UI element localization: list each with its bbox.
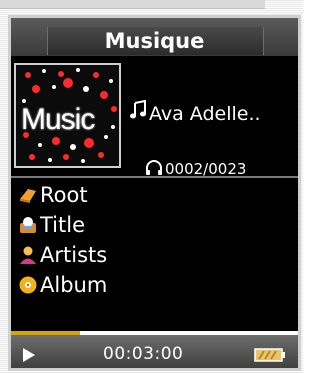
menu-item-label: Title xyxy=(40,213,86,237)
artist-icon xyxy=(18,243,38,264)
window-tab-strip xyxy=(0,0,265,9)
library-menu: Root Title Artists Album xyxy=(14,180,298,300)
album-disc-icon xyxy=(18,273,38,294)
menu-item-artists[interactable]: Artists xyxy=(14,240,298,270)
title-icon xyxy=(18,213,38,233)
music-note-icon xyxy=(129,100,149,126)
album-art: Music xyxy=(14,63,121,168)
screen-title: Musique xyxy=(104,29,205,53)
menu-item-album[interactable]: Album xyxy=(14,270,298,300)
menu-item-title[interactable]: Title xyxy=(14,210,298,240)
menu-item-root[interactable]: Root xyxy=(14,180,298,210)
battery-icon xyxy=(254,347,286,366)
album-art-label: Music xyxy=(21,103,95,136)
play-icon[interactable] xyxy=(23,347,35,366)
menu-item-label: Artists xyxy=(40,243,108,267)
status-bar: 00:03:00 xyxy=(11,335,298,368)
artist-name: Ava Adelle.. xyxy=(149,103,261,125)
divider xyxy=(11,176,298,178)
now-playing-artist: Ava Adelle.. xyxy=(129,100,298,128)
menu-item-label: Root xyxy=(40,183,88,207)
folder-icon xyxy=(18,183,38,203)
media-player-screen: Musique Music Ava Adelle.. 0002/0023 Roo… xyxy=(8,15,301,371)
menu-item-label: Album xyxy=(40,273,108,297)
elapsed-time: 00:03:00 xyxy=(103,344,184,364)
